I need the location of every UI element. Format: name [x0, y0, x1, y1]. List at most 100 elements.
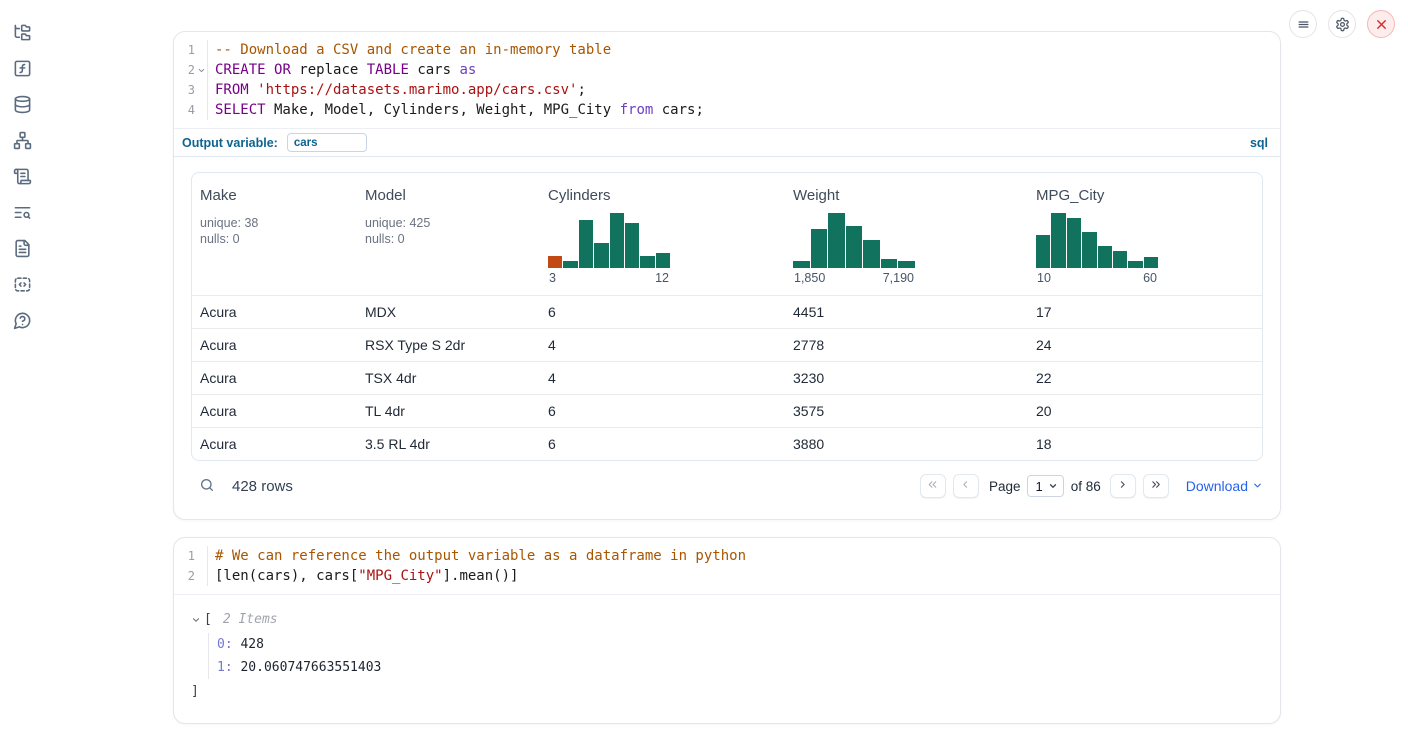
code-text: SELECT Make, Model, Cylinders, Weight, M…	[207, 100, 1280, 120]
sidebar-text-search-button[interactable]	[11, 202, 33, 222]
collapse-icon[interactable]	[191, 615, 204, 625]
fold-gutter	[195, 100, 207, 120]
table-cell: Acura	[192, 403, 357, 419]
table-cell: 3.5 RL 4dr	[357, 436, 540, 452]
sidebar-file-text-button[interactable]	[11, 238, 33, 258]
table-cell: Acura	[192, 304, 357, 320]
histogram-bar	[1082, 232, 1096, 268]
network-icon	[13, 131, 32, 150]
chevron-down-icon	[1048, 479, 1058, 494]
items-count-label: 2 Items	[223, 609, 278, 631]
python-cell: 1# We can reference the output variable …	[173, 537, 1281, 724]
table-row[interactable]: AcuraTSX 4dr4323022	[192, 361, 1262, 394]
table-cell: 4	[540, 337, 785, 353]
table-row[interactable]: Acura3.5 RL 4dr6388018	[192, 427, 1262, 460]
table-footer: 428 rows Page 1 of 86	[191, 463, 1263, 509]
table-cell: 2778	[785, 337, 1028, 353]
page-select[interactable]: 1	[1027, 475, 1063, 497]
sidebar-function-square-button[interactable]	[11, 58, 33, 78]
table-column-header: Cylinders312	[540, 173, 785, 295]
data-table: Makeunique: 38nulls: 0Modelunique: 425nu…	[191, 172, 1263, 461]
chevron-left-icon	[959, 478, 972, 494]
column-histogram: 1060	[1036, 213, 1158, 285]
page-label: Page	[989, 479, 1021, 494]
item-key: 1:	[217, 660, 233, 675]
code-text: CREATE OR replace TABLE cars as	[207, 60, 1280, 80]
table-header: Makeunique: 38nulls: 0Modelunique: 425nu…	[192, 173, 1262, 295]
sidebar-database-button[interactable]	[11, 94, 33, 114]
table-row[interactable]: AcuraTL 4dr6357520	[192, 394, 1262, 427]
code-text: -- Download a CSV and create an in-memor…	[207, 40, 1280, 60]
column-header-mpg_city[interactable]: MPG_City	[1036, 187, 1258, 204]
item-value: 428	[240, 637, 263, 652]
histogram-bar	[793, 261, 810, 268]
histogram-bar	[656, 253, 670, 268]
list-items: 0: 4281: 20.060747663551403	[208, 633, 1263, 679]
table-row[interactable]: AcuraMDX6445117	[192, 295, 1262, 328]
histogram-bar	[610, 213, 624, 268]
column-header-model[interactable]: Model	[365, 187, 532, 204]
line-number: 1	[174, 546, 195, 566]
code-line: 2[len(cars), cars["MPG_City"].mean()]	[174, 566, 1280, 586]
output-variable-label: Output variable:	[182, 136, 278, 150]
first-page-button[interactable]	[920, 474, 946, 498]
left-sidebar	[0, 0, 44, 729]
next-page-button[interactable]	[1110, 474, 1136, 498]
code-text: [len(cars), cars["MPG_City"].mean()]	[207, 566, 1280, 586]
code-editor-sql[interactable]: 1-- Download a CSV and create an in-memo…	[174, 32, 1280, 128]
list-item: 0: 428	[217, 633, 1263, 656]
row-count: 428 rows	[232, 478, 293, 495]
search-icon	[199, 477, 215, 496]
histogram-bar	[863, 240, 880, 268]
table-cell: 6	[540, 304, 785, 320]
column-header-cylinders[interactable]: Cylinders	[548, 187, 777, 204]
table-row[interactable]: AcuraRSX Type S 2dr4277824	[192, 328, 1262, 361]
table-cell: 4	[540, 370, 785, 386]
menu-button[interactable]	[1289, 10, 1317, 38]
code-text: FROM 'https://datasets.marimo.app/cars.c…	[207, 80, 1280, 100]
page-of-label: of 86	[1071, 479, 1101, 494]
sidebar-snippet-code-button[interactable]	[11, 274, 33, 294]
line-number: 3	[174, 80, 195, 100]
column-header-make[interactable]: Make	[200, 187, 349, 204]
file-tree-icon	[13, 23, 32, 42]
sidebar-help-circle-button[interactable]	[11, 310, 33, 330]
code-editor-python[interactable]: 1# We can reference the output variable …	[174, 538, 1280, 594]
histogram-bar	[579, 220, 593, 268]
fold-gutter	[195, 566, 207, 586]
column-header-weight[interactable]: Weight	[793, 187, 1020, 204]
sidebar-scroll-text-button[interactable]	[11, 166, 33, 186]
histogram-max-label: 60	[1143, 271, 1157, 285]
histogram-bar	[1113, 251, 1127, 268]
column-stats: unique: 425nulls: 0	[365, 215, 532, 247]
code-line: 4 SELECT Make, Model, Cylinders, Weight, …	[174, 100, 1280, 120]
sql-cell: 1 -- Download a CSV and create an in-memo…	[173, 31, 1281, 520]
fold-chevron-icon[interactable]	[195, 60, 207, 80]
shutdown-button[interactable]	[1367, 10, 1395, 38]
table-cell: MDX	[357, 304, 540, 320]
language-badge: sql	[1250, 136, 1268, 150]
settings-icon	[1335, 17, 1350, 32]
sidebar-file-tree-button[interactable]	[11, 22, 33, 42]
last-page-button[interactable]	[1143, 474, 1169, 498]
settings-button[interactable]	[1328, 10, 1356, 38]
code-line: 3 FROM 'https://datasets.marimo.app/cars.…	[174, 80, 1280, 100]
pagination: Page 1 of 86	[920, 474, 1169, 498]
download-label: Download	[1186, 478, 1248, 494]
prev-page-button[interactable]	[953, 474, 979, 498]
table-cell: 3880	[785, 436, 1028, 452]
histogram-min-label: 1,850	[794, 271, 825, 285]
download-button[interactable]: Download	[1186, 478, 1263, 494]
chevron-down-icon	[1252, 478, 1263, 494]
search-button[interactable]	[199, 477, 215, 496]
table-cell: 20	[1028, 403, 1263, 419]
sidebar-network-button[interactable]	[11, 130, 33, 150]
output-variable-input[interactable]	[287, 133, 367, 152]
line-number: 4	[174, 100, 195, 120]
chevrons-right-icon	[1149, 478, 1162, 494]
histogram-bar	[811, 229, 828, 268]
histogram-bar	[1128, 261, 1142, 268]
database-icon	[13, 95, 32, 114]
table-cell: 17	[1028, 304, 1263, 320]
fold-gutter	[195, 80, 207, 100]
